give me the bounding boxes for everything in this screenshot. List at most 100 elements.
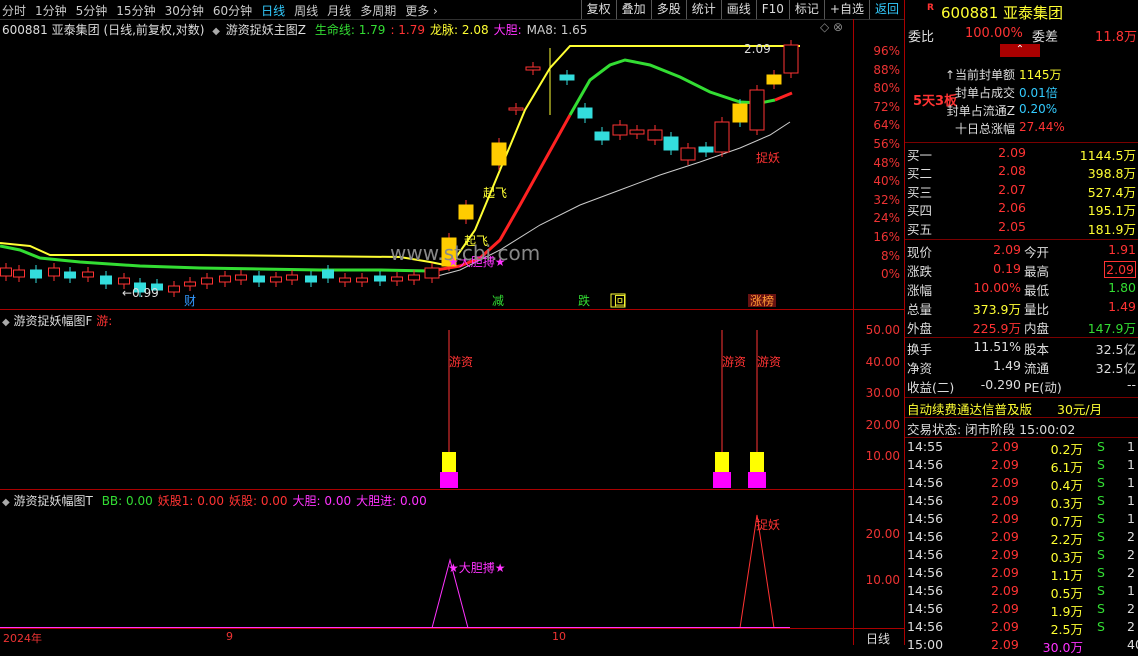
panel3-param-0: BB: 0.00 — [101, 494, 153, 508]
qifei-label-1: 起飞 — [483, 186, 507, 200]
candle-36 — [647, 129, 663, 141]
period-tag[interactable]: 日线 — [866, 630, 890, 647]
tick-row-11: 15:002.0930.0万40 — [907, 637, 1138, 655]
panel3-param-1: 妖股1: 0.00 — [157, 494, 224, 508]
candle-19 — [322, 269, 334, 279]
stat-row-3: 总量 373.9万 量比 1.49 — [907, 299, 1136, 317]
candle-6 — [100, 275, 112, 285]
youzi-label-0: 游资 — [449, 355, 473, 369]
candle-13 — [219, 275, 231, 283]
panel2-title: ◆ 游资捉妖幅图F 游: — [2, 312, 112, 329]
zhuoyao-label-p3: 捉妖 — [756, 517, 780, 532]
pct-tick-3: 72% — [873, 99, 900, 114]
quote-divider — [905, 417, 1138, 418]
p3-tick-0: 20.00 — [865, 527, 900, 541]
youzi-label-1: 游资 — [722, 355, 746, 369]
candle-33 — [594, 131, 610, 141]
date-axis-line — [0, 628, 904, 629]
candle-12 — [201, 277, 213, 285]
youzi-bar-magenta-0 — [440, 472, 458, 488]
candle-22 — [374, 275, 386, 282]
tick-row-1: 14:56 2.09 6.1万 S 1 — [907, 457, 1135, 475]
panel2-name[interactable]: 游资捉妖幅图F — [14, 314, 93, 328]
panel-separator-1 — [0, 309, 904, 310]
candle-15 — [253, 275, 265, 283]
pct-tick-5: 56% — [873, 137, 900, 151]
candle-35 — [629, 129, 645, 135]
pct-tick-8: 32% — [873, 192, 900, 207]
watermark: www.stcbi.com — [390, 241, 540, 265]
p2-tick-4: 10.00 — [865, 449, 900, 463]
pct-tick-10: 16% — [873, 230, 900, 244]
candle-41 — [732, 103, 748, 123]
pct-tick-1: 88% — [873, 62, 900, 77]
stat2-row-0: 换手 11.51% 股本 32.5亿 — [907, 339, 1136, 357]
quote-divider — [905, 397, 1138, 398]
candle-27 — [458, 204, 474, 220]
bid-row-3: 买四 2.06 195.1万 — [907, 200, 1136, 219]
youzi-bar-magenta-2 — [748, 472, 766, 488]
panel2-param: 游: — [96, 314, 113, 328]
tick-row-4: 14:56 2.09 0.7万 S 1 — [907, 511, 1135, 529]
pct-tick-11: 8% — [880, 248, 900, 263]
stat-row-0: 现价 2.09 今开 1.91 — [907, 242, 1136, 260]
candle-14 — [235, 274, 247, 281]
panel3-param-3: 大胆: 0.00 — [292, 494, 352, 508]
marker-4: 涨榜 — [750, 293, 774, 308]
panel3-params: BB: 0.00 妖股1: 0.00 妖股: 0.00 大胆: 0.00 大胆进: 0.… — [97, 494, 427, 508]
marker-2: 跌 — [578, 293, 590, 308]
candle-17 — [286, 274, 298, 281]
bid-row-1: 买二 2.08 398.8万 — [907, 163, 1136, 182]
candle-1 — [13, 269, 25, 278]
panel3-name[interactable]: 游资捉妖幅图T — [14, 494, 93, 508]
pct-tick-0: 96% — [873, 44, 900, 58]
tick-row-5: 14:56 2.09 2.2万 S 2 — [907, 529, 1135, 547]
zhuoyao-label: 捉妖 — [756, 150, 780, 165]
quote-stock-name: 600881 亚泰集团 — [941, 4, 1064, 22]
tick-row-6: 14:56 2.09 0.3万 S 2 — [907, 547, 1135, 565]
candle-24 — [408, 274, 420, 281]
stat2-row-1: 净资 1.49 流通 32.5亿 — [907, 358, 1136, 376]
tick-row-10: 14:56 2.09 2.5万 S 2 — [907, 619, 1135, 637]
candle-31 — [559, 74, 575, 81]
panel3-settings-icon[interactable]: ◆ — [2, 497, 10, 508]
candle-28 — [491, 142, 507, 166]
pct-tick-7: 40% — [873, 174, 900, 189]
candle-20 — [339, 277, 351, 283]
candle-43 — [766, 74, 782, 85]
candle-37 — [663, 136, 679, 151]
date-label-sep: 9 — [226, 630, 233, 643]
promo-link[interactable]: 自动续费通达信普及版 30元/月 — [905, 399, 1138, 417]
stat2-row-2: 收益(二) -0.290 PE(动) -- — [907, 377, 1136, 395]
collapse-button[interactable]: ⌃ — [1000, 44, 1040, 57]
candle-30 — [525, 66, 541, 71]
marker-0: 财 — [184, 294, 196, 308]
candle-25 — [424, 267, 440, 279]
kline-chart[interactable]: 2.09←0.99起飞起飞★大胆搏★捉妖www.stcbi.com财减跌回涨榜游… — [0, 0, 904, 645]
low-price-label: ←0.99 — [122, 286, 159, 300]
pct-tick-2: 80% — [873, 81, 900, 96]
stat-row-4: 外盘 225.9万 内盘 147.9万 — [907, 321, 1136, 336]
candle-0 — [0, 267, 12, 277]
candle-5 — [82, 271, 94, 278]
candle-4 — [64, 271, 76, 279]
candle-29 — [508, 107, 524, 111]
candle-23 — [391, 276, 403, 282]
tick-row-9: 14:56 2.09 1.9万 S 2 — [907, 601, 1135, 619]
quote-header: R 600881 亚泰集团 — [905, 0, 1138, 24]
dadan-label-p3: ★大胆搏★ — [448, 561, 506, 575]
p2-tick-3: 20.00 — [865, 417, 900, 432]
panel-separator-2 — [0, 489, 904, 490]
pct-tick-4: 64% — [873, 118, 900, 133]
p2-tick-1: 40.00 — [865, 354, 900, 369]
bid-row-4: 买五 2.05 181.9万 — [907, 218, 1136, 237]
longmai-line — [0, 45, 800, 268]
panel2-settings-icon[interactable]: ◆ — [2, 317, 10, 328]
tick-row-2: 14:56 2.09 0.4万 S 1 — [907, 475, 1135, 493]
date-label-oct: 10 — [552, 630, 566, 643]
candle-18 — [305, 275, 317, 283]
weibi-row: 委比 100.00% 委差 11.8万 — [908, 26, 1137, 45]
candle-32 — [577, 107, 593, 119]
candle-44 — [783, 44, 799, 74]
candle-11 — [184, 281, 196, 287]
